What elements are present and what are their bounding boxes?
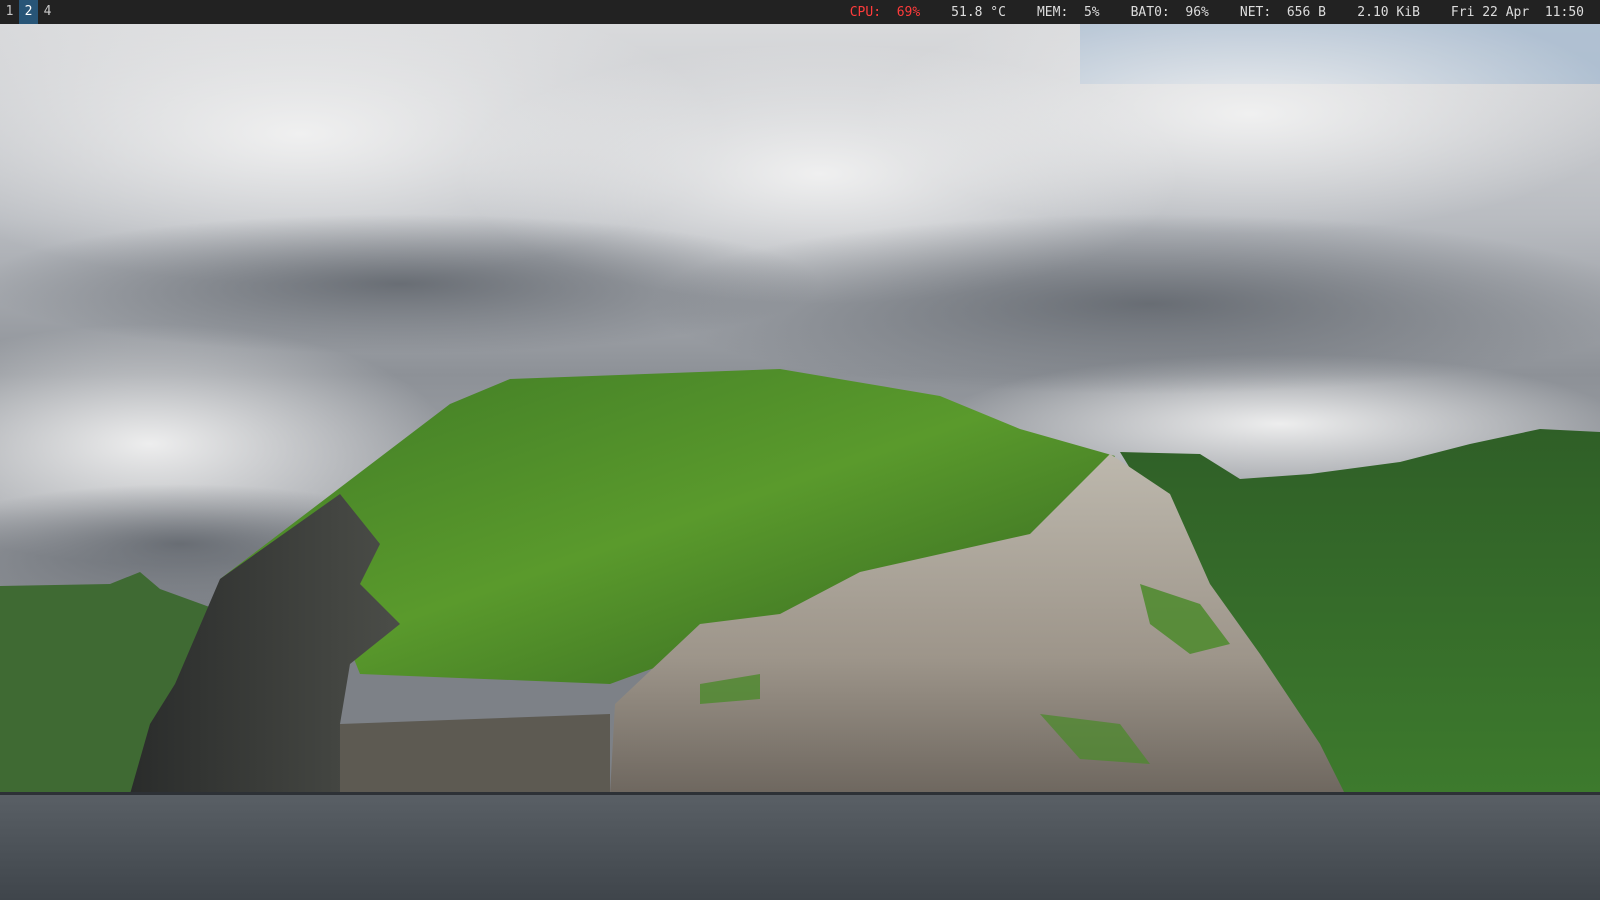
- net-down: 656 B: [1286, 4, 1326, 20]
- workspace-button-2[interactable]: 2: [19, 0, 38, 24]
- network-block: NET: 656 B 2.10 KiB: [1240, 5, 1420, 20]
- temperature-block: 51.8 °C: [951, 4, 1006, 20]
- battery-block: BAT0: 96%: [1131, 5, 1209, 20]
- bat-value: 96%: [1185, 4, 1209, 20]
- cpu-block: CPU: 69%: [850, 5, 920, 20]
- cpu-label: CPU:: [849, 4, 882, 20]
- workspace-button-4[interactable]: 4: [38, 0, 57, 24]
- workspace-switcher: 1 2 4: [0, 0, 57, 24]
- date-text: Fri 22 Apr: [1450, 4, 1530, 20]
- mem-label: MEM:: [1036, 4, 1069, 20]
- mem-value: 5%: [1083, 4, 1100, 20]
- wallpaper-landscape: [0, 24, 1600, 900]
- desktop: 1 2 4 CPU: 69% 51.8 °C MEM: 5% BAT0: 96%…: [0, 0, 1600, 900]
- status-bar: 1 2 4 CPU: 69% 51.8 °C MEM: 5% BAT0: 96%…: [0, 0, 1600, 24]
- bat-label: BAT0:: [1130, 4, 1170, 20]
- status-blocks: CPU: 69% 51.8 °C MEM: 5% BAT0: 96% NET: …: [850, 0, 1600, 24]
- clock-block: Fri 22 Apr 11:50: [1451, 5, 1584, 20]
- workspace-button-1[interactable]: 1: [0, 0, 19, 24]
- cpu-value: 69%: [896, 4, 921, 20]
- time-text: 11:50: [1544, 4, 1584, 20]
- memory-block: MEM: 5%: [1037, 5, 1100, 20]
- desktop-wallpaper: [0, 24, 1600, 900]
- net-up: 2.10 KiB: [1357, 4, 1420, 20]
- net-label: NET:: [1239, 4, 1272, 20]
